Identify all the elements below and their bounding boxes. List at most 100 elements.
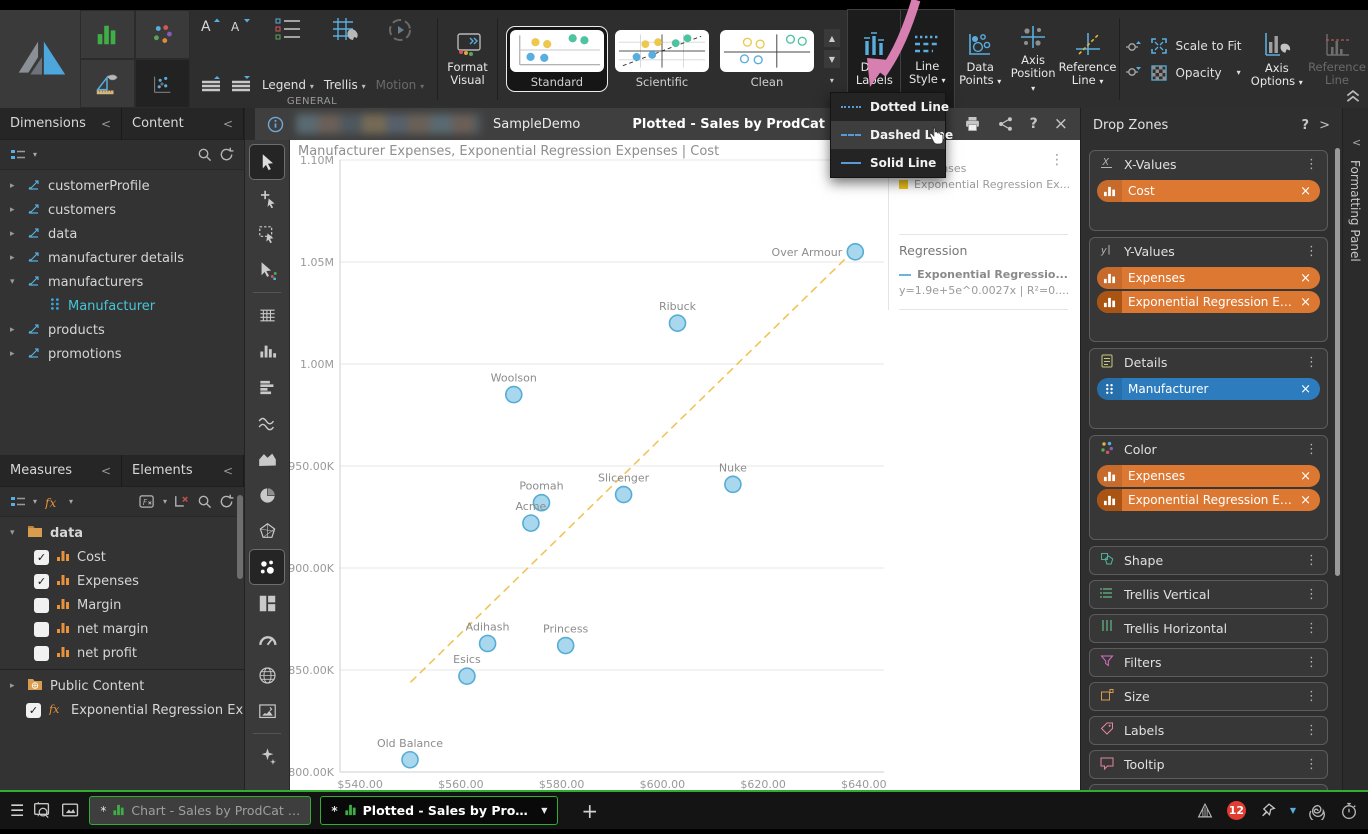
row-height-decrease-icon[interactable] xyxy=(230,76,252,92)
collapse-content-icon[interactable]: < xyxy=(223,117,233,131)
formatting-panel-tab[interactable]: < Formatting Panel xyxy=(1342,108,1368,790)
print-icon[interactable] xyxy=(964,116,981,132)
measure-tools-quick-button[interactable] xyxy=(80,59,135,108)
tree-item-customers[interactable]: ▸customers xyxy=(0,198,244,222)
chip-remove-icon[interactable]: × xyxy=(1298,493,1320,508)
drop-zone-menu-icon[interactable]: ⋮ xyxy=(1305,442,1318,457)
checkbox-checked[interactable]: ✓ xyxy=(34,574,49,589)
marquee-select-tool-button[interactable] xyxy=(250,217,284,251)
hamburger-menu-icon[interactable]: ☰ xyxy=(10,801,24,820)
collapse-elements-icon[interactable]: < xyxy=(223,464,233,478)
drop-zones-collapse-icon[interactable]: > xyxy=(1319,118,1330,133)
search-icon[interactable] xyxy=(197,494,212,509)
drop-zone-color[interactable]: Color⋮Expenses×Exponential Regression Ex… xyxy=(1089,435,1328,540)
caret-expanded-icon[interactable]: ▾ xyxy=(10,528,20,538)
chip-expenses[interactable]: Expenses× xyxy=(1097,267,1320,289)
fx-formula-icon[interactable]: fx xyxy=(44,495,62,509)
add-point-tool-button[interactable] xyxy=(250,181,284,215)
caret-expanded-icon[interactable]: ▾ xyxy=(10,277,20,287)
drop-zone-labels[interactable]: Labels⋮ xyxy=(1089,716,1328,745)
grid-visual-button[interactable] xyxy=(250,298,284,332)
data-point-woolson[interactable] xyxy=(506,387,522,403)
preset-expand-button[interactable]: ▾ xyxy=(824,71,840,89)
gauge-visual-button[interactable] xyxy=(250,622,284,656)
pointer-tool-button[interactable] xyxy=(250,145,284,179)
treemap-visual-button[interactable] xyxy=(250,586,284,620)
drop-zone-menu-icon[interactable]: ⋮ xyxy=(1305,244,1318,259)
checkbox-unchecked[interactable] xyxy=(34,622,49,637)
preset-scroll-down-button[interactable]: ▼ xyxy=(824,50,840,68)
drop-zone-menu-icon[interactable]: ⋮ xyxy=(1305,655,1318,670)
measure-item-net-profit[interactable]: net profit xyxy=(0,641,244,665)
refresh-icon[interactable] xyxy=(219,147,234,162)
caret-collapsed-icon[interactable]: ▸ xyxy=(10,229,20,239)
drop-zone-details[interactable]: Details⋮Manufacturer× xyxy=(1089,348,1328,429)
chip-cost[interactable]: Cost× xyxy=(1097,180,1320,202)
slide-layout-icon[interactable] xyxy=(61,802,80,819)
tree-item-promotions[interactable]: ▸promotions xyxy=(0,342,244,366)
preset-clean[interactable]: Clean xyxy=(717,27,817,91)
measures-folder-data[interactable]: ▾data xyxy=(0,521,244,545)
help-icon[interactable]: ? xyxy=(1030,116,1038,132)
drop-zone-size[interactable]: Size⋮ xyxy=(1089,682,1328,711)
bottom-tab-active[interactable]: *Plotted - Sales by ProdCat (Co...▼ xyxy=(320,796,558,825)
search-icon[interactable] xyxy=(197,147,212,162)
legend-menu-icon[interactable]: ⋮ xyxy=(1050,152,1064,168)
tree-view-icon[interactable] xyxy=(10,495,26,509)
tree-view-caret[interactable]: ▾ xyxy=(33,150,37,159)
bottom-tab-inactive[interactable]: *Chart - Sales by ProdCat (Color Fill) xyxy=(89,796,311,825)
increase-point-size-icon[interactable] xyxy=(1124,38,1142,54)
preset-scroll-up-button[interactable]: ▲ xyxy=(824,29,840,47)
pin-caret[interactable]: ▼ xyxy=(1290,806,1296,815)
pie-chart-visual-button[interactable] xyxy=(250,478,284,512)
drop-zone-x-values[interactable]: XX-Values⋮Cost× xyxy=(1089,150,1328,231)
pyramid-status-icon[interactable] xyxy=(1196,802,1214,819)
caret-collapsed-icon[interactable]: ▸ xyxy=(10,325,20,335)
drop-zone-menu-icon[interactable]: ⋮ xyxy=(1305,587,1318,602)
dimensions-tab[interactable]: Dimensions< xyxy=(0,108,122,140)
formula-item[interactable]: ✓fxExponential Regression Exp... xyxy=(0,698,244,722)
drop-zones-help-icon[interactable]: ? xyxy=(1302,118,1310,133)
preset-standard[interactable]: Standard xyxy=(507,27,607,91)
caret-collapsed-icon[interactable]: ▸ xyxy=(10,181,20,191)
tree-item-products[interactable]: ▸products xyxy=(0,318,244,342)
chip-remove-icon[interactable]: × xyxy=(1298,295,1320,310)
timer-icon[interactable] xyxy=(1340,802,1358,820)
share-icon[interactable] xyxy=(997,116,1014,132)
caret-collapsed-icon[interactable]: ▸ xyxy=(10,349,20,359)
scatter-visual-button[interactable] xyxy=(250,550,284,584)
regression-trend-line[interactable] xyxy=(411,246,859,683)
format-visual-button[interactable]: Format Visual xyxy=(441,10,494,108)
menu-item-dashed-line[interactable]: Dashed Line xyxy=(831,121,945,149)
scatter-plot-quick-button-selected[interactable] xyxy=(135,59,190,108)
font-decrease-icon[interactable]: A xyxy=(230,16,252,36)
highlight-tool-button[interactable] xyxy=(250,253,284,287)
tree-view-caret[interactable]: ▾ xyxy=(33,497,37,506)
legend-item[interactable]: Exponential Regression Ex... xyxy=(899,176,1068,192)
close-visual-icon[interactable]: × xyxy=(1054,114,1068,134)
measure-item-Cost[interactable]: ✓Cost xyxy=(0,545,244,569)
formula-box-icon[interactable]: F xyxy=(139,494,156,509)
chip-manufacturer[interactable]: Manufacturer× xyxy=(1097,378,1320,400)
drop-zone-menu-icon[interactable]: ⋮ xyxy=(1305,689,1318,704)
scale-to-fit-button[interactable]: Scale to Fit xyxy=(1150,37,1241,55)
chip-remove-icon[interactable]: × xyxy=(1298,184,1320,199)
tree-item-customerprofile[interactable]: ▸customerProfile xyxy=(0,174,244,198)
clear-selection-icon[interactable] xyxy=(174,494,190,509)
drop-zone-filters[interactable]: Filters⋮ xyxy=(1089,648,1328,677)
map-visual-button[interactable] xyxy=(250,658,284,692)
caret-collapsed-icon[interactable]: ▸ xyxy=(10,253,20,263)
area-chart-visual-button[interactable] xyxy=(250,442,284,476)
content-tab[interactable]: Content< xyxy=(122,108,244,140)
tree-item-manufacturers[interactable]: ▾manufacturers xyxy=(0,270,244,294)
menu-item-dotted-line[interactable]: Dotted Line xyxy=(831,93,945,121)
hbar-visual-button[interactable] xyxy=(250,370,284,404)
data-point-slicenger[interactable] xyxy=(616,487,632,503)
fx-caret[interactable]: ▾ xyxy=(69,497,73,506)
bar-chart-visual-button[interactable] xyxy=(250,334,284,368)
pyramid-logo[interactable] xyxy=(0,10,80,108)
measures-scrollbar[interactable] xyxy=(237,495,243,579)
checkbox-unchecked[interactable] xyxy=(34,598,49,613)
drop-zone-trellis-horizontal[interactable]: Trellis Horizontal⋮ xyxy=(1089,614,1328,643)
chip-exponential-regression-expens-[interactable]: Exponential Regression Expens...× xyxy=(1097,291,1320,313)
